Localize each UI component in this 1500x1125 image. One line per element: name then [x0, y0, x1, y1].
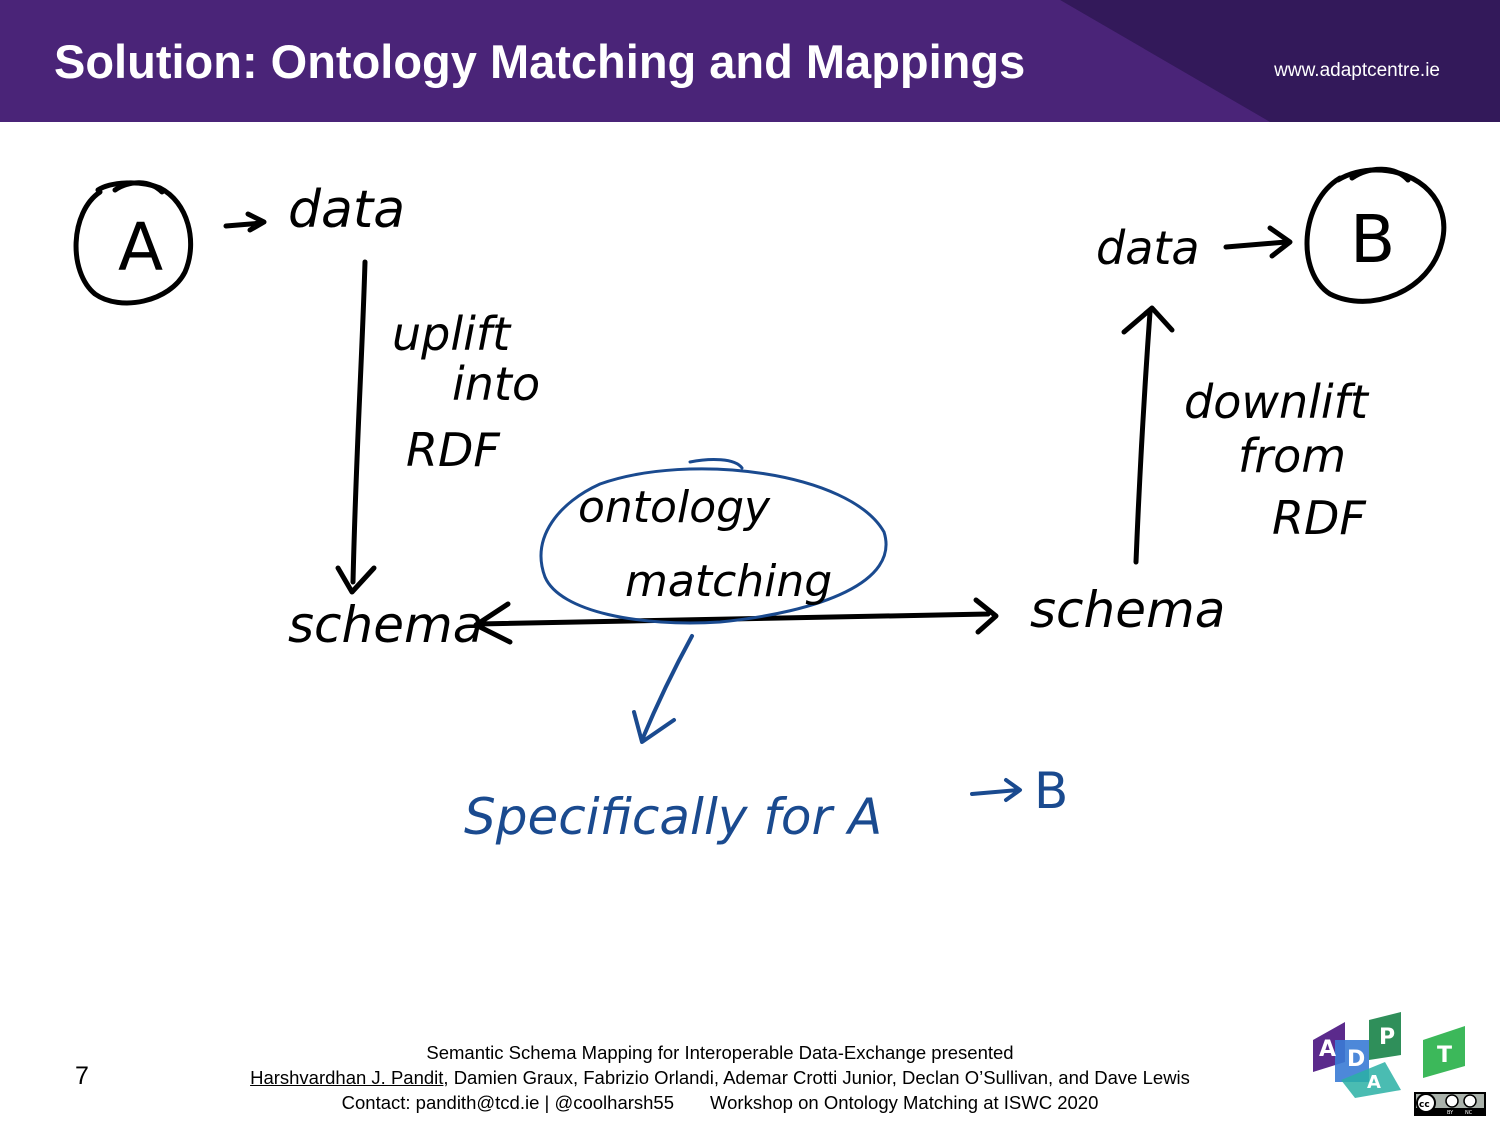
svg-text:BY: BY [1447, 1110, 1454, 1116]
specifically-note: Specifically for A B [464, 762, 1068, 846]
into-word: into [452, 357, 540, 411]
data-left-label: data [288, 180, 405, 240]
author-link[interactable]: Harshvardhan J. Pandit [250, 1067, 443, 1088]
page-number: 7 [75, 1062, 89, 1090]
node-a: A [73, 180, 194, 306]
contact-text: Contact: pandith@tcd.ie | @coolharsh55 [341, 1092, 675, 1113]
logo-letter-t: T [1437, 1043, 1452, 1068]
specifically-target: B [1034, 762, 1068, 820]
data-right-label: data [1096, 221, 1200, 275]
downlift-word: downlift [1184, 375, 1370, 429]
schema-left-label: schema [288, 596, 483, 654]
footer-contact-line: Contact: pandith@tcd.ie | @coolharsh55 Wo… [170, 1090, 1270, 1115]
from-word: from [1238, 429, 1346, 483]
rdf-word-right: RDF [1272, 491, 1366, 545]
downlift-arrow [1121, 305, 1175, 565]
specifically-text: Specifically for A [464, 788, 882, 846]
logo-letter-a2: A [1367, 1072, 1381, 1093]
schema-right-label: schema [1030, 581, 1225, 639]
website-url: www.adaptcentre.ie [1274, 60, 1440, 81]
handwritten-diagram: A data uplift into RDF schema ontology m… [73, 166, 1447, 846]
node-b: B [1304, 166, 1447, 304]
matching-word: matching [625, 556, 832, 607]
authors-rest: , Damien Graux, Fabrizio Orlandi, Ademar… [443, 1067, 1190, 1088]
creative-commons-icon: cc BY NC [1414, 1092, 1486, 1116]
rdf-word-left: RDF [406, 423, 500, 477]
uplift-label: uplift into RDF [392, 307, 540, 477]
logo-letter-p: P [1379, 1025, 1395, 1050]
node-b-label: B [1350, 201, 1395, 278]
svg-text:cc: cc [1419, 1100, 1430, 1110]
note-arrow [970, 778, 1022, 802]
footer-authors: Harshvardhan J. Pandit, Damien Graux, Fa… [170, 1065, 1270, 1090]
slide-title: Solution: Ontology Matching and Mappings [54, 35, 1026, 88]
uplift-word: uplift [392, 307, 512, 361]
uplift-arrow [335, 259, 377, 595]
arrow-data-to-b [1223, 225, 1293, 259]
result-arrow [632, 634, 694, 744]
downlift-label: downlift from RDF [1184, 375, 1370, 545]
svg-text:NC: NC [1465, 1110, 1473, 1116]
node-a-label: A [118, 209, 163, 286]
ontology-matching-bubble: ontology matching [539, 458, 888, 625]
workshop-text: Workshop on Ontology Matching at ISWC 20… [710, 1092, 1099, 1113]
footer-title: Semantic Schema Mapping for Interoperabl… [426, 1042, 1014, 1063]
slide-footer: Semantic Schema Mapping for Interoperabl… [170, 1040, 1270, 1115]
arrow-a-to-data [223, 211, 267, 233]
slide-header: Solution: Ontology Matching and Mappings… [0, 0, 1500, 122]
logo-letter-a1: A [1319, 1037, 1336, 1062]
ontology-word: ontology [578, 482, 771, 533]
logo-letter-d: D [1347, 1047, 1365, 1072]
adapt-logo: A D P A T [1313, 1012, 1465, 1098]
